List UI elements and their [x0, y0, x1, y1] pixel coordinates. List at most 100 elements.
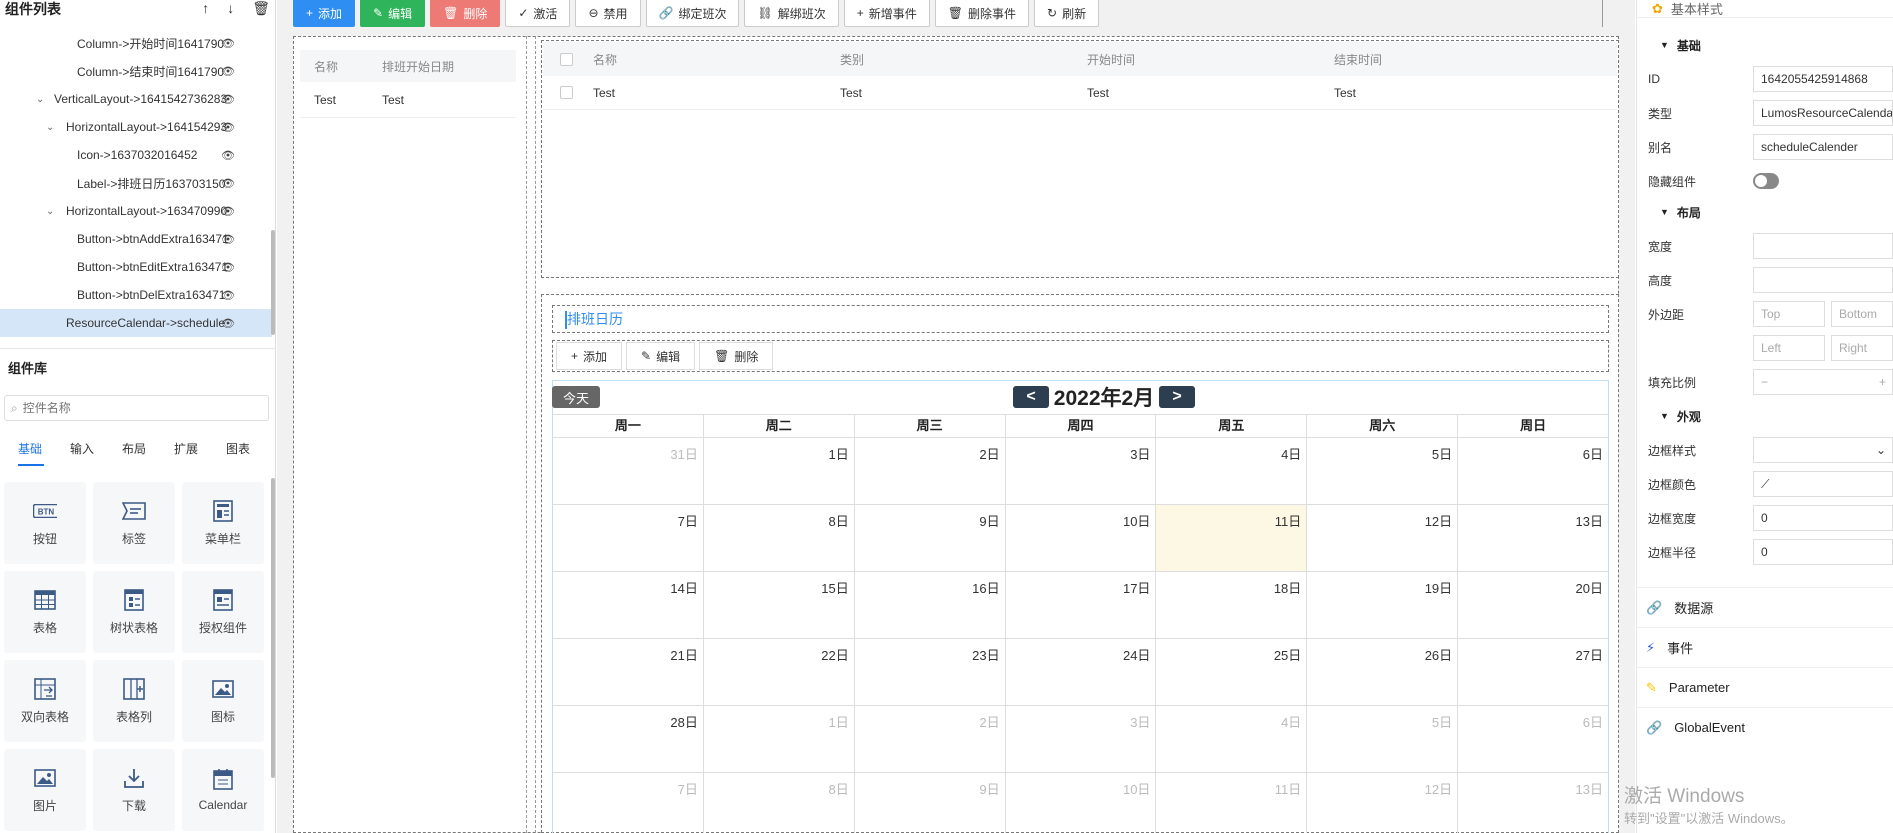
activate-button[interactable]: ✓ 激活 [505, 0, 571, 27]
calendar-day[interactable]: 3日 [1006, 706, 1157, 772]
component-table-column[interactable]: 表格列 [93, 660, 175, 742]
calendar-day[interactable]: 8日 [704, 505, 855, 571]
search-input[interactable] [22, 401, 243, 415]
height-input[interactable] [1753, 267, 1893, 293]
component-image[interactable]: 图标 [182, 660, 264, 742]
calendar-day[interactable]: 10日 [1006, 505, 1157, 571]
next-month-button[interactable]: > [1159, 386, 1195, 408]
component-auth[interactable]: 授权组件 [182, 571, 264, 653]
bind-shift-button[interactable]: 🔗 绑定班次 [645, 0, 740, 27]
calendar-day[interactable]: 11日 [1156, 773, 1308, 833]
move-down-icon[interactable]: ↓ [227, 0, 234, 17]
eye-icon[interactable]: 👁 [221, 317, 235, 330]
eye-icon[interactable]: 👁 [221, 149, 235, 162]
library-tab[interactable]: 布局 [112, 440, 164, 466]
border-color-picker[interactable]: ⟋ [1753, 471, 1893, 497]
calendar-day[interactable]: 2日 [855, 438, 1006, 504]
calendar-day[interactable]: 12日 [1307, 773, 1459, 833]
section-basic[interactable]: ▼ 基础 [1640, 35, 1701, 55]
calendar-day[interactable]: 20日 [1458, 572, 1608, 638]
tree-node[interactable]: Button->btnDelExtra163471 👁 [0, 281, 272, 309]
tree-node[interactable]: ⌄ VerticalLayout->1641542736283 👁 [0, 85, 272, 113]
calendar-day[interactable]: 5日 [1307, 438, 1459, 504]
calendar-day[interactable]: 3日 [1006, 438, 1157, 504]
chevron-down-icon[interactable]: ⌄ [46, 122, 54, 133]
basic-style-header[interactable]: ✿ 基本样式 [1636, 0, 1893, 18]
calendar-day[interactable]: 4日 [1156, 438, 1308, 504]
tree-node[interactable]: ⌄ HorizontalLayout->163470990 👁 [0, 197, 272, 225]
component-bidirectional-table[interactable]: 双向表格 [4, 660, 86, 742]
component-menu[interactable]: 菜单栏 [182, 482, 264, 564]
component-tree-table[interactable]: 树状表格 [93, 571, 175, 653]
refresh-button[interactable]: ↻ 刷新 [1034, 0, 1100, 27]
eye-icon[interactable]: 👁 [221, 37, 235, 50]
calendar-day[interactable]: 8日 [704, 773, 855, 833]
calendar-day[interactable]: 11日 [1156, 505, 1308, 571]
accordion-global-event[interactable]: 🔗 GlobalEvent [1636, 707, 1893, 747]
library-tab[interactable]: 扩展 [164, 440, 216, 466]
calendar-day[interactable]: 5日 [1307, 706, 1459, 772]
calendar-day[interactable]: 16日 [855, 572, 1006, 638]
id-input[interactable]: 1642055425914868 [1753, 66, 1893, 92]
calendar-day[interactable]: 22日 [704, 639, 855, 705]
library-tab[interactable]: 输入 [60, 440, 112, 466]
calendar-day[interactable]: 6日 [1458, 438, 1608, 504]
delete-button[interactable]: 🗑 删除 [430, 0, 501, 27]
move-up-icon[interactable]: ↑ [202, 0, 209, 17]
disable-button[interactable]: ⊖ 禁用 [575, 0, 641, 27]
hide-toggle[interactable] [1753, 173, 1779, 189]
eye-icon[interactable]: 👁 [221, 121, 235, 134]
tree-scrollbar[interactable] [271, 230, 275, 335]
calendar-day[interactable]: 24日 [1006, 639, 1157, 705]
component-tag[interactable]: 标签 [93, 482, 175, 564]
margin-bottom-input[interactable]: Bottom [1831, 301, 1893, 327]
add-button[interactable]: + 添加 [293, 0, 356, 27]
calendar-edit-button[interactable]: ✎ 编辑 [626, 342, 696, 370]
accordion-parameter[interactable]: ✎ Parameter [1636, 667, 1893, 707]
select-all-checkbox[interactable] [560, 52, 573, 66]
calendar-day[interactable]: 9日 [855, 773, 1006, 833]
border-style-select[interactable]: ⌄ [1753, 437, 1893, 463]
section-layout[interactable]: ▼ 布局 [1640, 202, 1701, 222]
calendar-day[interactable]: 12日 [1307, 505, 1459, 571]
calendar-add-button[interactable]: + 添加 [556, 342, 623, 370]
tree-node[interactable]: Column->结束时间1641790 👁 [0, 57, 272, 85]
eye-icon[interactable]: 👁 [221, 289, 235, 302]
calendar-day[interactable]: 19日 [1307, 572, 1459, 638]
margin-left-input[interactable]: Left [1753, 335, 1825, 361]
calendar-day[interactable]: 23日 [855, 639, 1006, 705]
accordion-events[interactable]: ⚡ 事件 [1636, 627, 1893, 667]
chevron-down-icon[interactable]: ⌄ [36, 94, 44, 105]
tree-node[interactable]: Icon->1637032016452 👁 [0, 141, 272, 169]
eye-icon[interactable]: 👁 [221, 261, 235, 274]
component-picture[interactable]: 图片 [4, 749, 86, 831]
calendar-day[interactable]: 25日 [1156, 639, 1308, 705]
calendar-day[interactable]: 14日 [553, 572, 704, 638]
calendar-day[interactable]: 15日 [704, 572, 855, 638]
calendar-day[interactable]: 18日 [1156, 572, 1308, 638]
calendar-day[interactable]: 9日 [855, 505, 1006, 571]
row-checkbox[interactable] [560, 86, 573, 99]
calendar-day[interactable]: 1日 [704, 438, 855, 504]
tree-node[interactable]: ⌄ HorizontalLayout->164154293 👁 [0, 113, 272, 141]
calendar-delete-button[interactable]: 🗑 删除 [699, 342, 774, 370]
eye-icon[interactable]: 👁 [221, 233, 235, 246]
calendar-day[interactable]: 10日 [1006, 773, 1157, 833]
tree-node[interactable]: Button->btnAddExtra163471 👁 [0, 225, 272, 253]
calendar-day[interactable]: 6日 [1458, 706, 1608, 772]
table-row[interactable]: Test Test [300, 82, 516, 118]
component-download[interactable]: 下载 [93, 749, 175, 831]
calendar-day[interactable]: 7日 [553, 773, 704, 833]
calendar-day[interactable]: 21日 [553, 639, 704, 705]
tree-node[interactable]: Column->开始时间1641790 👁 [0, 29, 272, 57]
library-tab[interactable]: 图表 [216, 440, 268, 466]
tree-node[interactable]: ResourceCalendar->schedule 👁 [0, 309, 272, 337]
component-calendar[interactable]: Calendar [182, 749, 264, 831]
edit-button[interactable]: ✎ 编辑 [360, 0, 426, 27]
calendar-day[interactable]: 4日 [1156, 706, 1308, 772]
shift-table[interactable]: 名称 排班开始日期 Test Test [300, 50, 516, 118]
component-table[interactable]: 表格 [4, 571, 86, 653]
eye-icon[interactable]: 👁 [221, 177, 235, 190]
plus-icon[interactable]: + [1879, 375, 1886, 389]
border-width-input[interactable]: 0 [1753, 505, 1893, 531]
